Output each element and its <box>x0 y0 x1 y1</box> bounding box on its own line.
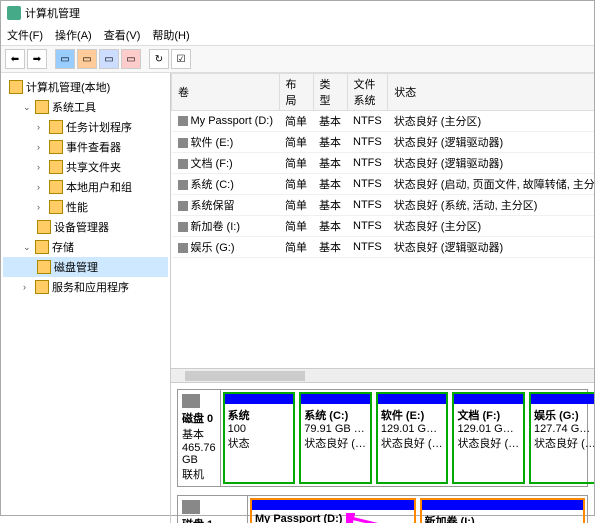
app-icon <box>7 6 21 20</box>
partition[interactable]: 新加卷 (I:)244.14 GB NTFS状态良好 (主分区) <box>420 498 586 523</box>
partition[interactable]: 文档 (F:)129.01 GB NT状态良好 (逻辑 <box>452 392 525 484</box>
tree-devmgr[interactable]: 设备管理器 <box>3 217 168 237</box>
partition[interactable]: My Passport (D:)687.34 GB NTFS状态良好 (主分区) <box>250 498 416 523</box>
partition[interactable]: 系统100状态 <box>223 392 296 484</box>
menu-file[interactable]: 文件(F) <box>7 27 43 43</box>
table-row[interactable]: 系统保留简单基本NTFS状态良好 (系统, 活动, 主分区)100 MB65 <box>172 195 595 216</box>
table-row[interactable]: 系统 (C:)简单基本NTFS状态良好 (启动, 页面文件, 故障转储, 主分区… <box>172 174 595 195</box>
main-split: 计算机管理(本地) ⌄系统工具 ›任务计划程序 ›事件查看器 ›共享文件夹 ›本… <box>1 73 594 523</box>
props-button[interactable]: ☑ <box>171 49 191 69</box>
titlebar: 计算机管理 <box>1 1 594 25</box>
table-row[interactable]: 软件 (E:)简单基本NTFS状态良好 (逻辑驱动器)129.01 GB10 <box>172 132 595 153</box>
col-type[interactable]: 类型 <box>313 74 347 111</box>
tree-svc[interactable]: ›服务和应用程序 <box>3 277 168 297</box>
nav-tree[interactable]: 计算机管理(本地) ⌄系统工具 ›任务计划程序 ›事件查看器 ›共享文件夹 ›本… <box>1 73 171 523</box>
app-title: 计算机管理 <box>25 5 80 21</box>
menubar: 文件(F) 操作(A) 查看(V) 帮助(H) <box>1 25 594 45</box>
menu-help[interactable]: 帮助(H) <box>152 27 189 43</box>
menu-view[interactable]: 查看(V) <box>104 27 141 43</box>
forward-button[interactable]: ➡ <box>27 49 47 69</box>
col-volume[interactable]: 卷 <box>172 74 280 111</box>
tree-root[interactable]: 计算机管理(本地) <box>3 77 168 97</box>
tree-task[interactable]: ›任务计划程序 <box>3 117 168 137</box>
disk1-row[interactable]: 磁盘 1 基本 931.48 GB 联机 My Passport (D:)687… <box>177 495 588 523</box>
disk0-info: 磁盘 0 基本 465.76 GB 联机 <box>178 390 221 486</box>
partition[interactable]: 系统 (C:)79.91 GB NTF状态良好 (启动 <box>299 392 372 484</box>
partition[interactable]: 娱乐 (G:)127.74 GB NT状态良好 (逻辑 <box>529 392 594 484</box>
refresh-button[interactable]: ↻ <box>149 49 169 69</box>
col-layout[interactable]: 布局 <box>279 74 313 111</box>
disk-icon <box>182 500 200 514</box>
view2-button[interactable]: ▭ <box>77 49 97 69</box>
disk-map: 磁盘 0 基本 465.76 GB 联机 系统100状态系统 (C:)79.91… <box>171 383 594 523</box>
disk0-row[interactable]: 磁盘 0 基本 465.76 GB 联机 系统100状态系统 (C:)79.91… <box>177 389 588 487</box>
disk1-info: 磁盘 1 基本 931.48 GB 联机 <box>178 496 248 523</box>
table-row[interactable]: 娱乐 (G:)简单基本NTFS状态良好 (逻辑驱动器)127.74 GB11 <box>172 237 595 258</box>
volume-list[interactable]: 卷 布局 类型 文件系统 状态 容量 可 My Passport (D:)简单基… <box>171 73 594 383</box>
view3-button[interactable]: ▭ <box>99 49 119 69</box>
col-fs[interactable]: 文件系统 <box>347 74 388 111</box>
disk-icon <box>182 394 200 408</box>
col-status[interactable]: 状态 <box>388 74 594 111</box>
back-button[interactable]: ⬅ <box>5 49 25 69</box>
tree-diskmgr[interactable]: 磁盘管理 <box>3 257 168 277</box>
partition[interactable]: 软件 (E:)129.01 GB NT状态良好 (逻辑 <box>376 392 449 484</box>
tree-users[interactable]: ›本地用户和组 <box>3 177 168 197</box>
menu-action[interactable]: 操作(A) <box>55 27 92 43</box>
view4-button[interactable]: ▭ <box>121 49 141 69</box>
table-row[interactable]: 新加卷 (I:)简单基本NTFS状态良好 (主分区)244.14 GB24 <box>172 216 595 237</box>
hscrollbar[interactable] <box>171 368 594 382</box>
tree-storage[interactable]: ⌄存储 <box>3 237 168 257</box>
table-row[interactable]: My Passport (D:)简单基本NTFS状态良好 (主分区)687.34… <box>172 111 595 132</box>
tree-systools[interactable]: ⌄系统工具 <box>3 97 168 117</box>
tree-share[interactable]: ›共享文件夹 <box>3 157 168 177</box>
toolbar: ⬅ ➡ ▭ ▭ ▭ ▭ ↻ ☑ <box>1 45 594 73</box>
tree-perf[interactable]: ›性能 <box>3 197 168 217</box>
content-pane: 卷 布局 类型 文件系统 状态 容量 可 My Passport (D:)简单基… <box>171 73 594 523</box>
tree-event[interactable]: ›事件查看器 <box>3 137 168 157</box>
view1-button[interactable]: ▭ <box>55 49 75 69</box>
table-row[interactable]: 文档 (F:)简单基本NTFS状态良好 (逻辑驱动器)129.01 GB69 <box>172 153 595 174</box>
